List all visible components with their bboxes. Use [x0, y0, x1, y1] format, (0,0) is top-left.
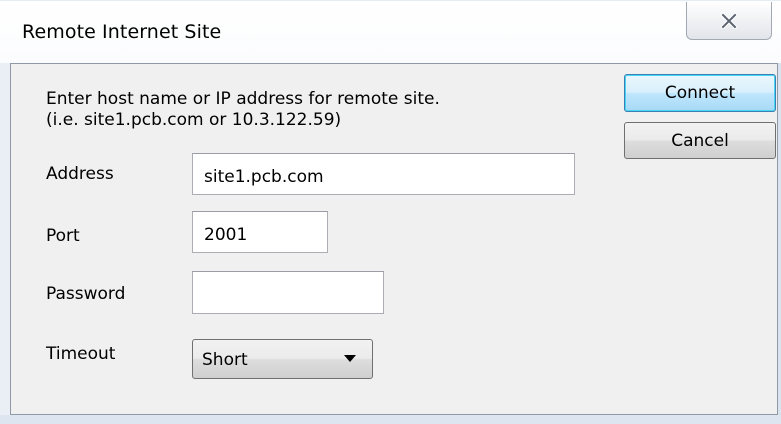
- timeout-label: Timeout: [46, 344, 116, 364]
- remote-internet-site-dialog: Remote Internet Site Enter host name or …: [0, 0, 781, 424]
- port-label: Port: [46, 226, 80, 246]
- timeout-selected-value: Short: [202, 350, 248, 370]
- password-input[interactable]: [192, 271, 384, 314]
- cancel-button[interactable]: Cancel: [624, 122, 776, 159]
- window-title: Remote Internet Site: [22, 21, 222, 43]
- port-input[interactable]: [192, 211, 328, 253]
- instructions-text: Enter host name or IP address for remote…: [46, 89, 440, 131]
- instructions-line-2: (i.e. site1.pcb.com or 10.3.122.59): [46, 110, 342, 130]
- close-icon: [720, 12, 738, 29]
- address-input[interactable]: [192, 153, 575, 195]
- window-frame-left: [0, 63, 10, 415]
- connect-button[interactable]: Connect: [624, 74, 776, 112]
- close-button[interactable]: [686, 2, 772, 40]
- chevron-down-icon: [344, 355, 356, 362]
- password-label: Password: [46, 284, 126, 304]
- address-label: Address: [46, 164, 114, 184]
- instructions-line-1: Enter host name or IP address for remote…: [46, 89, 440, 109]
- title-bar[interactable]: Remote Internet Site: [0, 1, 781, 63]
- timeout-select[interactable]: Short: [192, 339, 373, 379]
